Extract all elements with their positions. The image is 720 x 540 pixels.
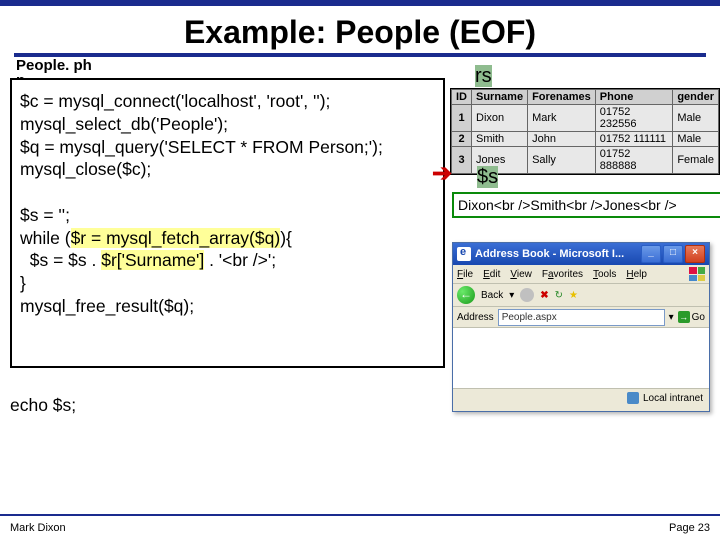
menu-file[interactable]: File: [457, 269, 473, 280]
address-label: Address: [457, 312, 494, 323]
go-button[interactable]: → Go: [678, 311, 705, 323]
back-dropdown-icon[interactable]: ▾: [509, 290, 514, 301]
browser-content: [453, 328, 709, 389]
code-l3: $q = mysql_query('SELECT * FROM Person;'…: [20, 136, 435, 159]
table-row: 1 Dixon Mark 01752 232556 Male: [452, 105, 719, 132]
s-content-box: Dixon<br />Smith<br />Jones<br />: [452, 192, 720, 218]
code-l8: }: [20, 272, 435, 295]
slide-title: Example: People (EOF): [0, 14, 720, 51]
menu-favorites[interactable]: Favorites: [542, 269, 583, 280]
address-input[interactable]: People.aspx: [498, 309, 665, 326]
minimize-button[interactable]: _: [641, 245, 661, 263]
menu-view[interactable]: View: [510, 269, 532, 280]
close-button[interactable]: ×: [685, 245, 705, 263]
browser-toolbar: ← Back ▾ ✖ ↻ ★: [453, 284, 709, 307]
windows-logo-icon: [689, 267, 705, 281]
code-l1: $c = mysql_connect('localhost', 'root', …: [20, 90, 435, 113]
footer: Mark Dixon Page 23: [0, 514, 720, 540]
code-l4: mysql_close($c);: [20, 158, 435, 181]
ie-icon: [457, 247, 471, 261]
table-row: 2 Smith John 01752 111111 Male: [452, 132, 719, 147]
intranet-icon: [627, 392, 639, 404]
top-bar: [0, 0, 720, 6]
recordset-table: ID Surname Forenames Phone gender 1 Dixo…: [450, 88, 720, 175]
forward-button[interactable]: [520, 288, 534, 302]
go-arrow-icon: →: [678, 311, 690, 323]
code-l6: while ($r = mysql_fetch_array($q)){: [20, 227, 435, 250]
code-l5: $s = '';: [20, 204, 435, 227]
refresh-button[interactable]: ↻: [555, 290, 563, 301]
back-label: Back: [481, 290, 503, 301]
code-l9: mysql_free_result($q);: [20, 295, 435, 318]
maximize-button[interactable]: □: [663, 245, 683, 263]
address-dropdown-icon[interactable]: ▾: [669, 312, 674, 323]
back-button[interactable]: ←: [457, 286, 475, 304]
menu-edit[interactable]: Edit: [483, 269, 500, 280]
page-number: Page 23: [669, 522, 710, 534]
browser-window: Address Book - Microsoft I... _ □ × File…: [452, 242, 710, 412]
menu-help[interactable]: Help: [626, 269, 647, 280]
echo-stmt: echo $s;: [10, 395, 76, 416]
code-l7: $s = $s . $r['Surname'] . '<br />';: [20, 249, 435, 272]
browser-title-text: Address Book - Microsoft I...: [475, 248, 624, 260]
code-box: $c = mysql_connect('localhost', 'root', …: [10, 78, 445, 368]
browser-titlebar: Address Book - Microsoft I... _ □ ×: [453, 243, 709, 265]
title-underline: [14, 53, 706, 57]
status-text: Local intranet: [643, 393, 703, 404]
author: Mark Dixon: [10, 522, 66, 534]
browser-statusbar: Local intranet: [453, 389, 709, 407]
s-label: $s: [477, 166, 498, 189]
rs-label: rs: [475, 65, 492, 88]
favorites-icon[interactable]: ★: [569, 290, 578, 301]
stop-button[interactable]: ✖: [540, 290, 548, 301]
browser-menubar: File Edit View Favorites Tools Help: [453, 265, 709, 284]
code-l2: mysql_select_db('People');: [20, 113, 435, 136]
menu-tools[interactable]: Tools: [593, 269, 616, 280]
browser-addressbar: Address People.aspx ▾ → Go: [453, 307, 709, 328]
table-header-row: ID Surname Forenames Phone gender: [452, 90, 719, 105]
arrow-icon: ➔: [432, 159, 452, 188]
